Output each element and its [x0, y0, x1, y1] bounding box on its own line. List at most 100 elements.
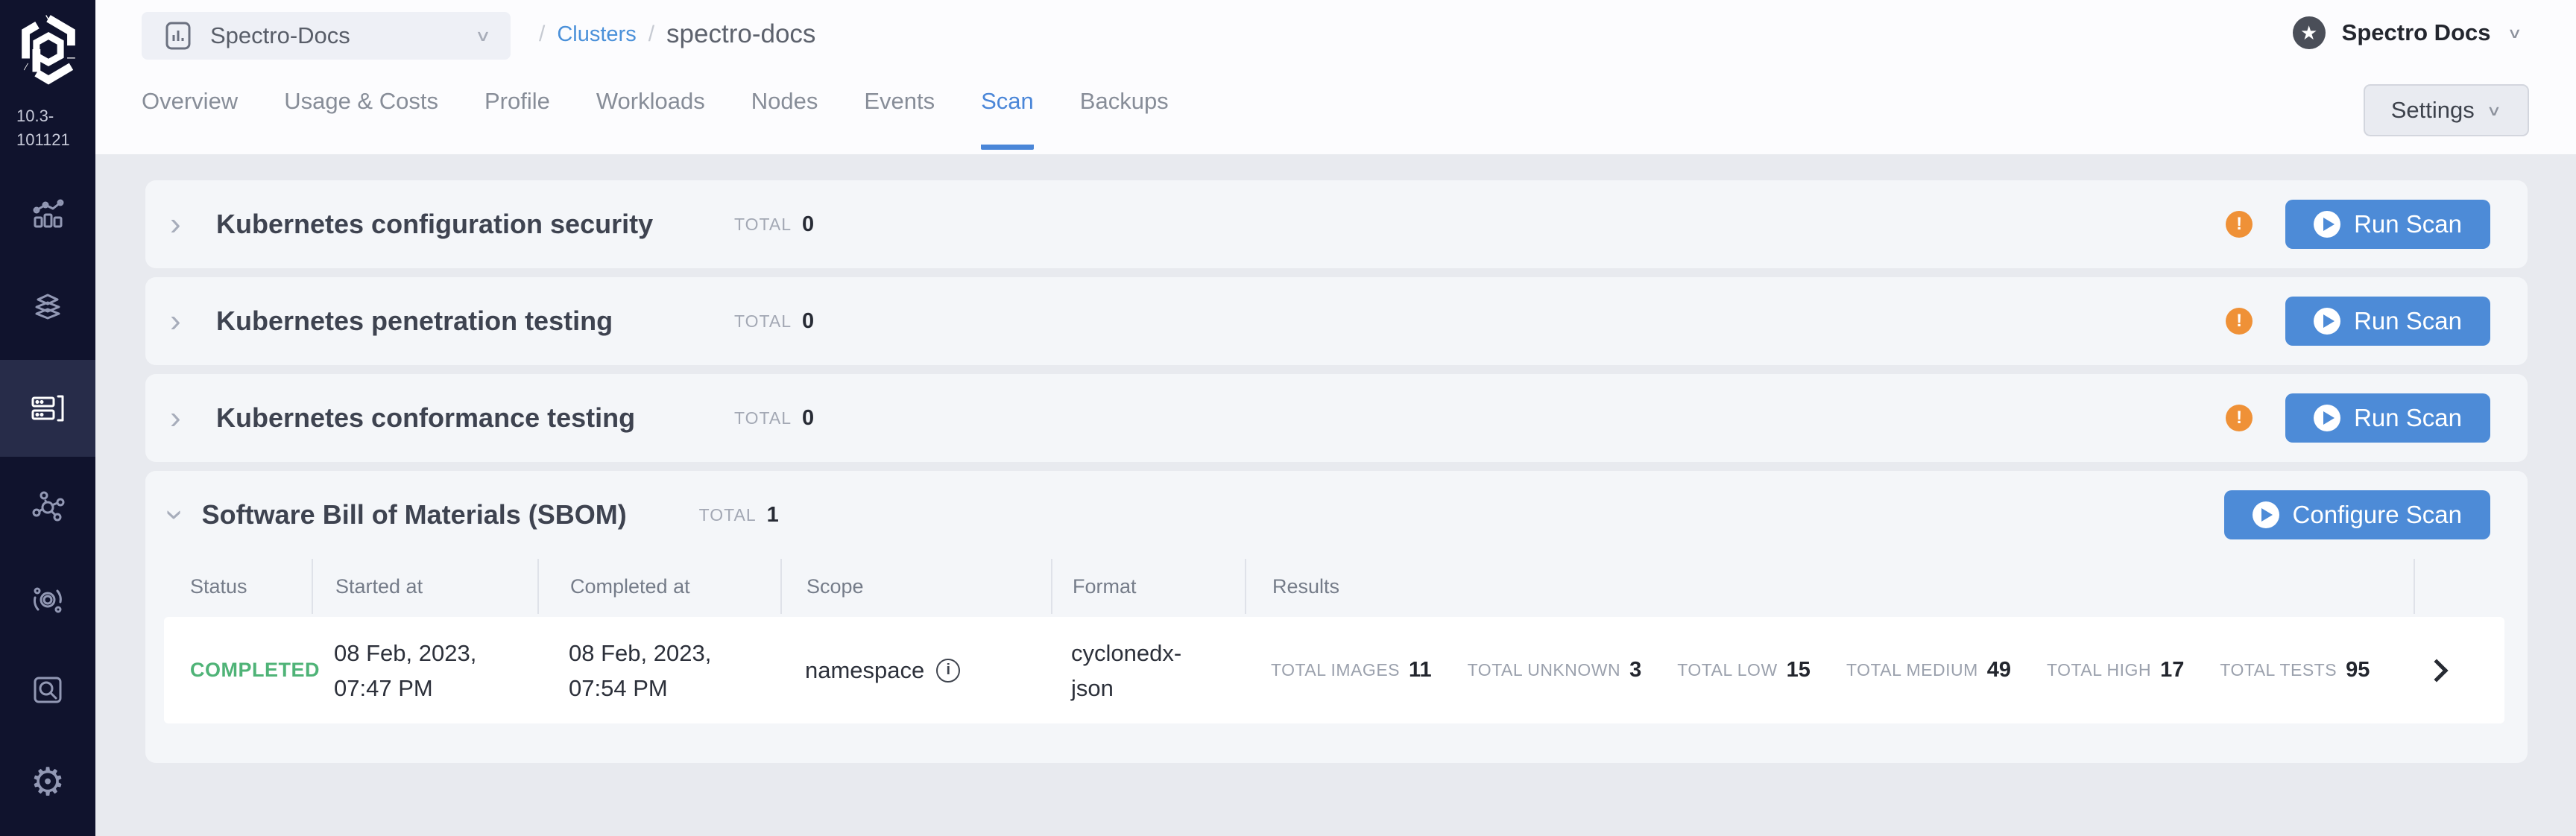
- tab-bar: Overview Usage & Costs Profile Workloads…: [142, 88, 1169, 150]
- panel-actions: Run Scan: [2226, 297, 2490, 346]
- panel-title-group: Kubernetes conformance testing: [195, 402, 734, 434]
- row-completed-cell: 08 Feb, 2023, 07:54 PM: [537, 636, 780, 706]
- run-scan-button[interactable]: Run Scan: [2285, 200, 2490, 249]
- collapse-chevron-icon[interactable]: ›: [159, 510, 192, 521]
- result-value: 11: [1409, 658, 1432, 683]
- total-value: 0: [802, 406, 814, 431]
- sbom-table-row[interactable]: COMPLETED 08 Feb, 2023, 07:47 PM 08 Feb,…: [164, 617, 2504, 723]
- column-header-scope: Scope: [780, 559, 1051, 614]
- tab-events[interactable]: Events: [864, 88, 935, 150]
- result-total-images: TOTAL IMAGES 11: [1271, 658, 1432, 683]
- tab-overview[interactable]: Overview: [142, 88, 238, 150]
- workspaces-network-icon: [28, 487, 68, 527]
- result-label: TOTAL IMAGES: [1271, 660, 1400, 680]
- column-header-format: Format: [1051, 559, 1245, 614]
- total-value: 1: [767, 503, 779, 528]
- run-scan-button[interactable]: Run Scan: [2285, 393, 2490, 443]
- column-header-actions: [2414, 559, 2528, 614]
- sidebar-item-monitoring[interactable]: [0, 173, 95, 255]
- chevron-down-icon: ∨: [475, 27, 491, 45]
- result-label: TOTAL TESTS: [2220, 660, 2337, 680]
- result-value: 49: [1987, 658, 2011, 683]
- project-selector[interactable]: Spectro-Docs ∨: [142, 12, 511, 60]
- tab-backups[interactable]: Backups: [1080, 88, 1169, 150]
- result-label: TOTAL UNKNOWN: [1468, 660, 1620, 680]
- row-status-cell: COMPLETED: [164, 659, 312, 682]
- chevron-right-icon[interactable]: [2425, 659, 2448, 682]
- expand-chevron-icon[interactable]: ›: [170, 208, 195, 241]
- play-icon: [2253, 501, 2279, 528]
- run-scan-button[interactable]: Run Scan: [2285, 297, 2490, 346]
- breadcrumb-separator: /: [539, 22, 545, 47]
- status-badge: COMPLETED: [190, 659, 320, 682]
- completed-at-value: 08 Feb, 2023, 07:54 PM: [569, 636, 766, 706]
- expand-chevron-icon[interactable]: ›: [170, 402, 195, 434]
- version-label: 10.3-101121: [16, 104, 73, 152]
- panel-actions: Run Scan: [2226, 393, 2490, 443]
- warning-icon: [2226, 308, 2253, 335]
- play-icon: [2314, 308, 2340, 335]
- row-started-cell: 08 Feb, 2023, 07:47 PM: [312, 636, 537, 706]
- panel-title-group: Kubernetes penetration testing: [195, 305, 734, 337]
- breadcrumb-separator: /: [648, 22, 654, 47]
- app-root: 10.3-101121: [0, 0, 2576, 836]
- column-header-status: Status: [145, 559, 312, 614]
- breadcrumb-link-clusters[interactable]: Clusters: [557, 22, 636, 47]
- play-icon: [2314, 405, 2340, 431]
- sidebar-item-settings[interactable]: ⚙: [0, 741, 95, 823]
- panel-penetration-testing: › Kubernetes penetration testing TOTAL 0…: [145, 277, 2528, 365]
- system-orbit-icon: [28, 580, 68, 620]
- settings-button-label: Settings: [2391, 97, 2475, 124]
- result-value: 3: [1629, 658, 1641, 683]
- row-scope-cell: namespace: [780, 657, 1051, 684]
- chevron-down-icon: ∨: [2507, 24, 2523, 41]
- project-selector-label: Spectro-Docs: [210, 22, 350, 49]
- tab-scan[interactable]: Scan: [981, 88, 1034, 150]
- tab-usage-costs[interactable]: Usage & Costs: [284, 88, 438, 150]
- sidebar-item-system[interactable]: [0, 559, 95, 641]
- star-icon: ★: [2293, 16, 2326, 49]
- sidebar-item-workspaces[interactable]: [0, 466, 95, 548]
- sidebar-item-profiles[interactable]: [0, 267, 95, 349]
- result-value: 95: [2346, 658, 2370, 683]
- warning-icon: [2226, 405, 2253, 431]
- tab-workloads[interactable]: Workloads: [596, 88, 705, 150]
- configure-scan-button[interactable]: Configure Scan: [2224, 490, 2490, 539]
- panel-title-group: Software Bill of Materials (SBOM): [181, 499, 699, 531]
- audit-search-icon: [28, 669, 68, 709]
- panel-title: Kubernetes conformance testing: [216, 402, 635, 434]
- settings-gear-icon: ⚙: [31, 763, 66, 802]
- account-name: Spectro Docs: [2342, 19, 2491, 46]
- sidebar-item-clusters[interactable]: [0, 360, 95, 457]
- sidebar-item-audit[interactable]: [0, 648, 95, 730]
- panel-title: Kubernetes penetration testing: [216, 305, 613, 337]
- scope-value: namespace: [805, 657, 924, 684]
- play-icon: [2314, 211, 2340, 238]
- row-results-cell: TOTAL IMAGES 11 TOTAL UNKNOWN 3 TOTAL LO…: [1245, 658, 2414, 683]
- tab-nodes[interactable]: Nodes: [751, 88, 818, 150]
- info-icon[interactable]: [936, 659, 960, 683]
- run-scan-label: Run Scan: [2354, 404, 2462, 432]
- result-label: TOTAL MEDIUM: [1846, 660, 1978, 680]
- scan-content: › Kubernetes configuration security TOTA…: [95, 154, 2576, 836]
- result-value: 17: [2160, 658, 2184, 683]
- tab-profile[interactable]: Profile: [484, 88, 550, 150]
- sidebar: 10.3-101121: [0, 0, 95, 836]
- column-header-completed-at: Completed at: [537, 559, 780, 614]
- expand-chevron-icon[interactable]: ›: [170, 305, 195, 338]
- panel-config-security: › Kubernetes configuration security TOTA…: [145, 180, 2528, 268]
- project-switcher[interactable]: ★ Spectro Docs ∨: [2293, 16, 2522, 49]
- result-value: 15: [1787, 658, 1811, 683]
- run-scan-label: Run Scan: [2354, 307, 2462, 335]
- row-format-cell: cyclonedx-json: [1051, 636, 1245, 706]
- run-scan-label: Run Scan: [2354, 210, 2462, 238]
- chart-icon: [161, 19, 195, 53]
- panel-sbom: › Software Bill of Materials (SBOM) TOTA…: [145, 471, 2528, 763]
- settings-button[interactable]: Settings ∨: [2364, 84, 2529, 136]
- column-header-started-at: Started at: [312, 559, 537, 614]
- palette-logo[interactable]: [16, 12, 80, 86]
- row-open-cell: [2414, 662, 2504, 679]
- topbar: Spectro-Docs ∨ / Clusters / spectro-docs…: [95, 0, 2576, 154]
- total-label: TOTAL: [734, 408, 792, 428]
- result-total-unknown: TOTAL UNKNOWN 3: [1468, 658, 1642, 683]
